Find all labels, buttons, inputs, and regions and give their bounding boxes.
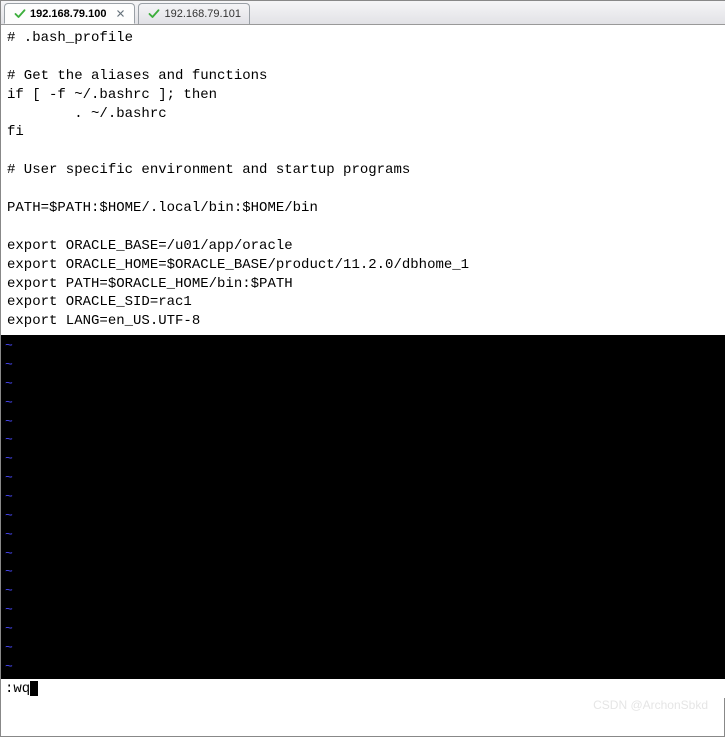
tab-label: 192.168.79.101 bbox=[164, 8, 240, 20]
close-icon[interactable] bbox=[114, 8, 126, 20]
tab-label: 192.168.79.100 bbox=[30, 8, 106, 20]
tab-host-101[interactable]: 192.168.79.101 bbox=[138, 3, 249, 24]
empty-line-markers: ~ ~ ~ ~ ~ ~ ~ ~ ~ ~ ~ ~ ~ ~ ~ ~ ~ ~ bbox=[1, 335, 725, 678]
tab-bar: 192.168.79.100 192.168.79.101 bbox=[1, 1, 725, 25]
check-icon bbox=[13, 7, 26, 20]
cursor-icon bbox=[30, 681, 38, 696]
watermark-text: CSDN @ArchonSbkd bbox=[593, 698, 708, 712]
file-content: # .bash_profile # Get the aliases and fu… bbox=[1, 25, 725, 335]
vim-command-line[interactable]: :wq bbox=[1, 678, 725, 698]
tab-host-100[interactable]: 192.168.79.100 bbox=[4, 3, 135, 24]
terminal-editor[interactable]: # .bash_profile # Get the aliases and fu… bbox=[1, 25, 725, 698]
check-icon bbox=[147, 8, 160, 21]
command-text: :wq bbox=[5, 681, 30, 697]
